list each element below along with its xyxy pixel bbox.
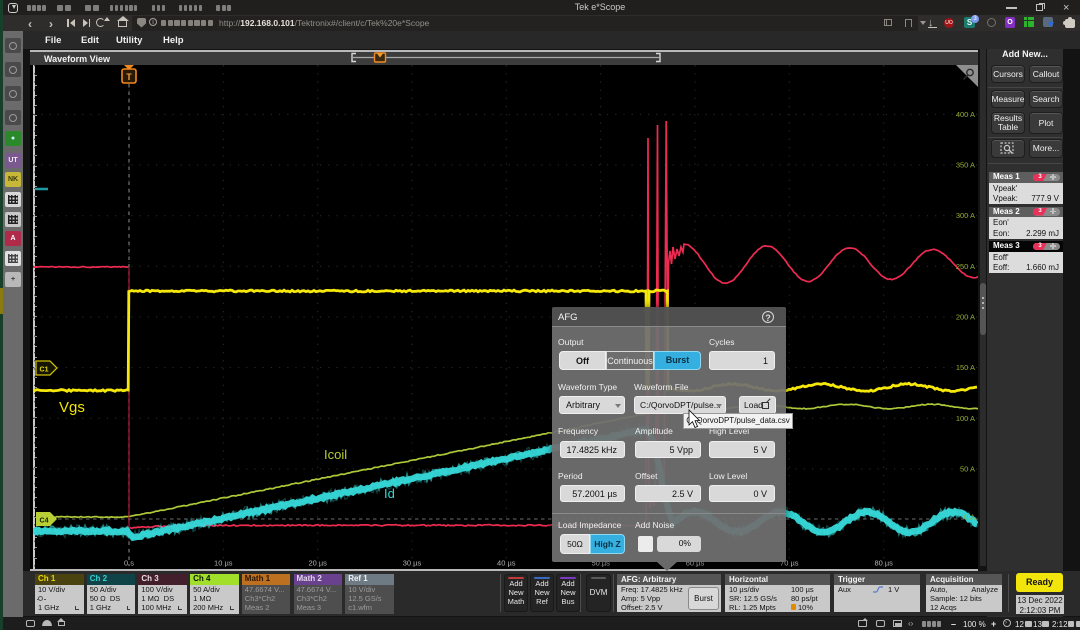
svg-text:0 A: 0 A: [964, 513, 975, 522]
svg-text:350 A: 350 A: [956, 161, 975, 170]
svg-text:50 A: 50 A: [960, 465, 975, 474]
svg-text:C1: C1: [40, 367, 49, 374]
svg-text:40 µs: 40 µs: [497, 559, 516, 568]
svg-text:400 A: 400 A: [956, 110, 975, 119]
svg-text:250 A: 250 A: [956, 262, 975, 271]
svg-text:T: T: [126, 72, 132, 82]
svg-text:150 A: 150 A: [956, 363, 975, 372]
svg-text:80 µs: 80 µs: [874, 559, 893, 568]
svg-text:10 µs: 10 µs: [214, 559, 233, 568]
svg-text:0 s: 0 s: [124, 559, 134, 568]
svg-text:C4: C4: [40, 518, 49, 525]
svg-text:100 A: 100 A: [956, 414, 975, 423]
svg-text:300 A: 300 A: [956, 211, 975, 220]
svg-text:30 µs: 30 µs: [403, 559, 422, 568]
svg-text:Id: Id: [384, 486, 395, 501]
svg-text:Icoil: Icoil: [324, 447, 347, 462]
svg-text:Vgs: Vgs: [59, 399, 85, 416]
svg-text:20 µs: 20 µs: [308, 559, 327, 568]
svg-text:200 A: 200 A: [956, 313, 975, 322]
